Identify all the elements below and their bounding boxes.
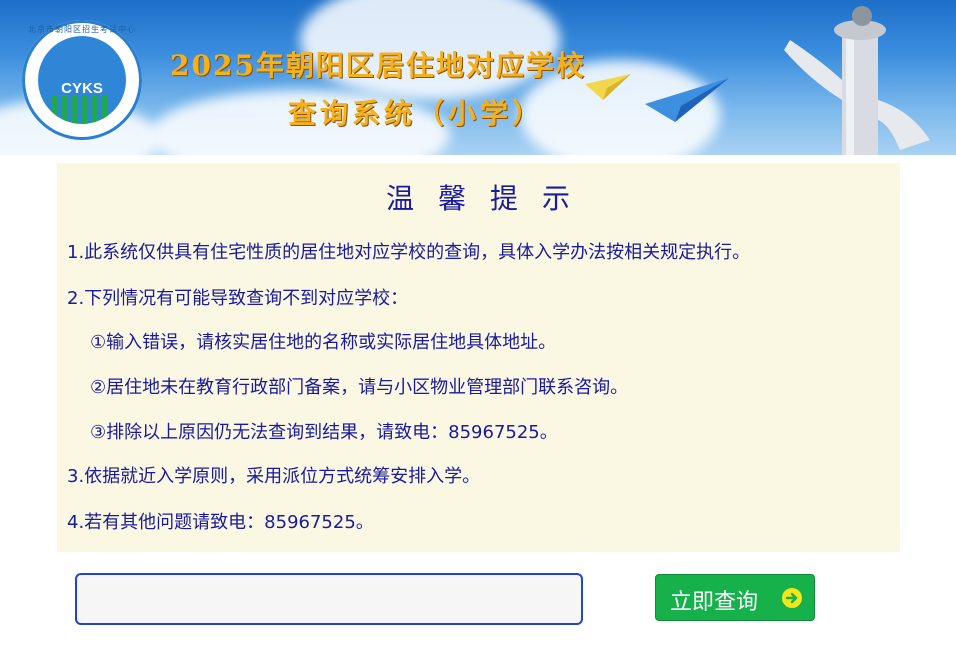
search-button-label: 立即查询 (670, 589, 759, 614)
paper-plane-icon (585, 74, 631, 100)
notice-line: 3.依据就近入学原则，采用派位方式统筹安排入学。 (67, 466, 481, 487)
notice-line: ①输入错误，请核实居住地的名称或实际居住地具体地址。 (90, 332, 557, 353)
logo-emblem: CYKS (38, 36, 126, 124)
banner-title-line1: 2025年朝阳区居住地对应学校 (170, 49, 586, 82)
arrow-right-icon (780, 586, 804, 610)
notice-line: ③排除以上原因仍无法查询到结果，请致电：85967525。 (90, 422, 558, 443)
notice-line: ②居住地未在教育行政部门备案，请与小区物业管理部门联系咨询。 (90, 377, 629, 398)
header-banner: 北京市朝阳区招生考试中心 CYKS 2025年朝阳区居住地对应学校 查询系统（小… (0, 0, 956, 155)
notice-line: 2.下列情况有可能导致查询不到对应学校： (67, 288, 409, 309)
notice-title: 温馨提示 (385, 182, 594, 215)
logo-text: CYKS (61, 80, 103, 97)
notice-line: 4.若有其他问题请致电：85967525。 (67, 512, 374, 533)
paper-plane-icon (645, 78, 729, 122)
notice-line: 1.此系统仅供具有住宅性质的居住地对应学校的查询，具体入学办法按相关规定执行。 (67, 242, 751, 263)
banner-title-line2: 查询系统（小学） (288, 97, 545, 130)
address-search-input[interactable] (75, 573, 583, 625)
notice-panel (57, 163, 900, 552)
logo-pillars-icon (52, 96, 112, 124)
huabiao-pillar-icon (784, 6, 930, 155)
logo-ring-text: 北京市朝阳区招生考试中心 (28, 25, 136, 34)
cyks-logo: 北京市朝阳区招生考试中心 CYKS (22, 20, 142, 140)
search-button[interactable]: 立即查询 (655, 574, 815, 621)
